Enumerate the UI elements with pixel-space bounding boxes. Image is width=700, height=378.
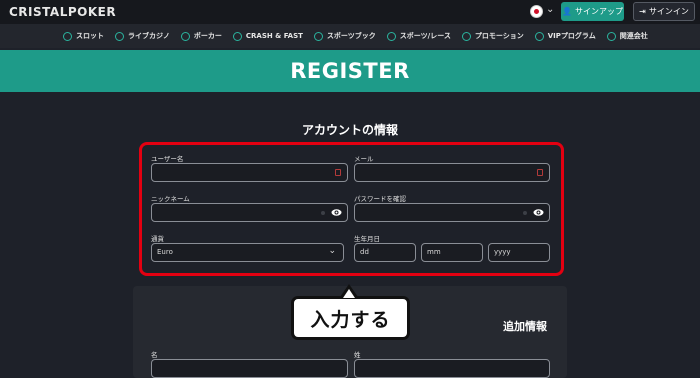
nav-item-live-casino[interactable]: ライブカジノ [115, 31, 170, 41]
account-section-title: アカウントの情報 [301, 123, 398, 137]
site-logo[interactable]: CRISTALPOKER [9, 5, 116, 19]
callout-tail-inner [343, 289, 355, 298]
chevron-down-icon[interactable]: ⌄ [546, 4, 554, 15]
rocket-icon [232, 31, 242, 41]
additional-section-title: 追加情報 [503, 320, 547, 333]
signin-button[interactable]: ⇥ サインイン [633, 2, 695, 21]
register-banner: REGISTER [0, 50, 700, 92]
main-nav: スロット ライブカジノ ポーカー CRASH & FAST スポーツブック スポ… [0, 24, 700, 48]
signup-label: サインアップ [574, 7, 623, 16]
nav-item-poker[interactable]: ポーカー [180, 31, 222, 41]
first-name-label: 名 [151, 351, 158, 359]
poker-icon [180, 31, 190, 41]
nav-item-promotion[interactable]: プロモーション [461, 31, 524, 41]
page-title: REGISTER [290, 59, 410, 83]
vip-icon [534, 31, 544, 41]
signin-label: サインイン [648, 7, 689, 16]
last-name-label: 姓 [354, 351, 361, 359]
slot-icon [63, 31, 72, 41]
japan-flag-icon[interactable] [530, 5, 543, 18]
nav-item-crash-fast[interactable]: CRASH & FAST [232, 31, 303, 41]
nav-item-slot[interactable]: スロット [63, 31, 104, 41]
login-icon: ⇥ [639, 7, 646, 16]
affiliate-icon [606, 31, 616, 41]
callout-text: 入力する [310, 308, 391, 331]
sportsbook-icon [313, 31, 323, 41]
nav-item-race[interactable]: スポーツ/レース [386, 31, 451, 41]
nav-item-vip[interactable]: VIPプログラム [534, 31, 596, 41]
live-casino-icon [115, 31, 124, 41]
highlight-frame [139, 142, 564, 276]
signup-button[interactable]: 👤 サインアップ [561, 2, 624, 21]
user-plus-icon: 👤 [562, 7, 572, 16]
first-name-input[interactable] [151, 359, 348, 378]
promotion-icon [461, 31, 471, 41]
nav-item-affiliate[interactable]: 関連会社 [606, 31, 648, 41]
nav-item-sportsbook[interactable]: スポーツブック [313, 31, 376, 41]
instruction-callout: 入力する [291, 296, 410, 340]
last-name-input[interactable] [354, 359, 550, 378]
race-icon [386, 31, 396, 41]
top-bar: CRISTALPOKER ⌄ 👤 サインアップ ⇥ サインイン [0, 0, 700, 24]
